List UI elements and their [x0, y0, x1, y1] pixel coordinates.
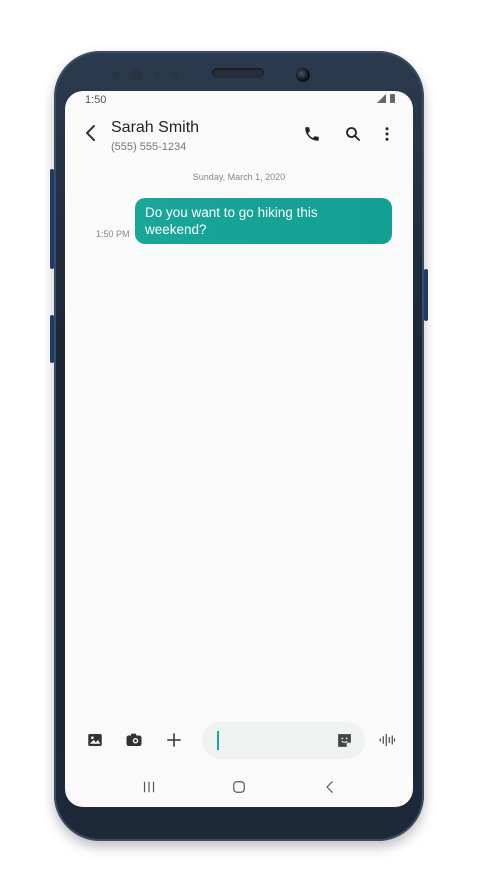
conversation-date: Sunday, March 1, 2020: [192, 172, 286, 182]
signal-icon: [377, 94, 386, 103]
phone-frame: 1:50 Sarah Smith (555) 555-1234 Sunday, …: [50, 51, 428, 841]
conversation-header: Sarah Smith (555) 555-1234: [65, 113, 413, 159]
contact-name[interactable]: Sarah Smith: [111, 119, 199, 137]
sensor-dot: [154, 71, 161, 78]
recents-icon[interactable]: [140, 778, 158, 796]
voice-icon[interactable]: [378, 731, 396, 749]
earpiece-speaker: [212, 68, 264, 78]
search-icon[interactable]: [344, 125, 362, 143]
home-icon[interactable]: [230, 778, 248, 796]
volume-button: [50, 315, 54, 363]
compose-bar: [65, 719, 413, 763]
back-arrow-icon[interactable]: [83, 123, 99, 143]
more-vert-icon[interactable]: [378, 125, 396, 143]
bixby-button: [50, 169, 54, 269]
contact-number: (555) 555-1234: [111, 141, 187, 153]
back-icon[interactable]: [321, 778, 339, 796]
text-cursor: [217, 731, 219, 750]
status-bar: 1:50: [65, 91, 413, 109]
status-time: 1:50: [85, 94, 107, 106]
sensor-dot: [131, 69, 142, 80]
power-button: [424, 269, 428, 321]
message-input[interactable]: [202, 722, 365, 759]
system-navigation-bar: [65, 769, 413, 805]
battery-icon: [390, 94, 395, 103]
front-camera: [296, 68, 310, 82]
status-icons: [377, 94, 395, 103]
sensor-dot: [112, 71, 119, 78]
plus-icon[interactable]: [165, 731, 183, 749]
phone-icon[interactable]: [303, 125, 321, 143]
sticker-icon[interactable]: [336, 732, 353, 749]
sensor-dot: [171, 71, 178, 78]
outgoing-message-bubble[interactable]: Do you want to go hiking this weekend?: [135, 198, 392, 244]
camera-icon[interactable]: [125, 731, 143, 749]
screen: 1:50 Sarah Smith (555) 555-1234 Sunday, …: [65, 91, 413, 807]
gallery-icon[interactable]: [86, 731, 104, 749]
message-time: 1:50 PM: [96, 229, 130, 239]
